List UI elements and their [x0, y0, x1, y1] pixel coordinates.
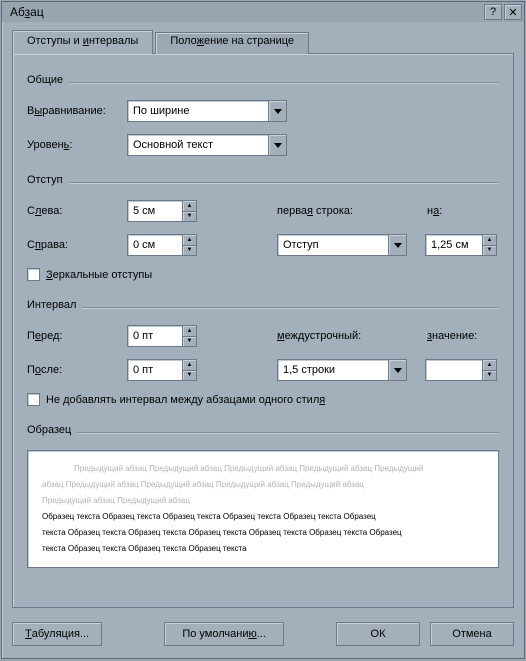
- dropdown-icon[interactable]: [388, 235, 406, 255]
- paragraph-dialog: Абзац ? ✕ Отступы и интервалы Положение …: [1, 1, 525, 659]
- spin-up-icon[interactable]: ▲: [182, 360, 196, 371]
- tab-panel: Общие Выравнивание: Уровень:: [12, 53, 514, 608]
- label-nosame: Не добавлять интервал между абзацами одн…: [46, 394, 325, 406]
- spin-up-icon[interactable]: ▲: [482, 235, 496, 246]
- label-right: Справа:: [27, 239, 127, 251]
- right-input[interactable]: [128, 235, 182, 255]
- group-general: Общие: [27, 74, 499, 86]
- label-before: Перед:: [27, 330, 127, 342]
- mirror-checkbox[interactable]: [27, 268, 40, 281]
- firstline-select[interactable]: [277, 234, 407, 256]
- nosame-checkbox[interactable]: [27, 393, 40, 406]
- before-spinner[interactable]: ▲ ▼: [127, 325, 197, 347]
- label-mirror: Зеркальные отступы: [46, 269, 152, 281]
- spin-up-icon[interactable]: ▲: [182, 201, 196, 212]
- group-interval: Интервал: [27, 299, 499, 311]
- spin-up-icon[interactable]: ▲: [182, 326, 196, 337]
- left-input[interactable]: [128, 201, 182, 221]
- alignment-select[interactable]: [127, 100, 287, 122]
- help-button[interactable]: ?: [484, 4, 502, 20]
- right-spinner[interactable]: ▲ ▼: [127, 234, 197, 256]
- label-linespacing: междустрочный:: [277, 330, 407, 342]
- group-indent: Отступ: [27, 174, 499, 186]
- dropdown-icon[interactable]: [268, 135, 286, 155]
- label-after: После:: [27, 364, 127, 376]
- spin-down-icon[interactable]: ▼: [182, 212, 196, 222]
- label-alignment: Выравнивание:: [27, 105, 127, 117]
- left-spinner[interactable]: ▲ ▼: [127, 200, 197, 222]
- dropdown-icon[interactable]: [388, 360, 406, 380]
- group-sample: Образец: [27, 424, 499, 436]
- tab-page-position[interactable]: Положение на странице: [155, 32, 309, 54]
- label-value: значение:: [427, 330, 477, 342]
- firstline-input[interactable]: [278, 235, 388, 255]
- preview-box: Предыдущий абзац Предыдущий абзац Предыд…: [27, 450, 499, 568]
- spin-down-icon[interactable]: ▼: [182, 371, 196, 381]
- before-input[interactable]: [128, 326, 182, 346]
- level-select[interactable]: [127, 134, 287, 156]
- after-spinner[interactable]: ▲ ▼: [127, 359, 197, 381]
- value-input[interactable]: [426, 360, 482, 380]
- spin-down-icon[interactable]: ▼: [182, 246, 196, 256]
- label-by: на:: [427, 205, 442, 217]
- dialog-body: Отступы и интервалы Положение на страниц…: [2, 22, 524, 658]
- spin-up-icon[interactable]: ▲: [182, 235, 196, 246]
- tab-indents[interactable]: Отступы и интервалы: [12, 30, 153, 54]
- spin-down-icon[interactable]: ▼: [182, 337, 196, 347]
- by-input[interactable]: [426, 235, 482, 255]
- tabulation-button[interactable]: Табуляция...: [12, 622, 102, 646]
- cancel-button[interactable]: Отмена: [430, 622, 514, 646]
- label-firstline: первая строка:: [277, 205, 407, 217]
- linespacing-input[interactable]: [278, 360, 388, 380]
- value-spinner[interactable]: ▲ ▼: [425, 359, 497, 381]
- ok-button[interactable]: ОК: [336, 622, 420, 646]
- window-title: Абзац: [10, 5, 482, 19]
- level-input[interactable]: [128, 135, 268, 155]
- label-level: Уровень:: [27, 139, 127, 151]
- default-button[interactable]: По умолчанию...: [164, 622, 284, 646]
- titlebar: Абзац ? ✕: [2, 2, 524, 22]
- alignment-input[interactable]: [128, 101, 268, 121]
- dropdown-icon[interactable]: [268, 101, 286, 121]
- close-button[interactable]: ✕: [504, 4, 522, 20]
- linespacing-select[interactable]: [277, 359, 407, 381]
- by-spinner[interactable]: ▲ ▼: [425, 234, 497, 256]
- spin-down-icon[interactable]: ▼: [482, 371, 496, 381]
- after-input[interactable]: [128, 360, 182, 380]
- spin-down-icon[interactable]: ▼: [482, 246, 496, 256]
- spin-up-icon[interactable]: ▲: [482, 360, 496, 371]
- label-left: Слева:: [27, 205, 127, 217]
- button-bar: Табуляция... По умолчанию... ОК Отмена: [12, 622, 514, 646]
- tabrow: Отступы и интервалы Положение на страниц…: [12, 30, 514, 54]
